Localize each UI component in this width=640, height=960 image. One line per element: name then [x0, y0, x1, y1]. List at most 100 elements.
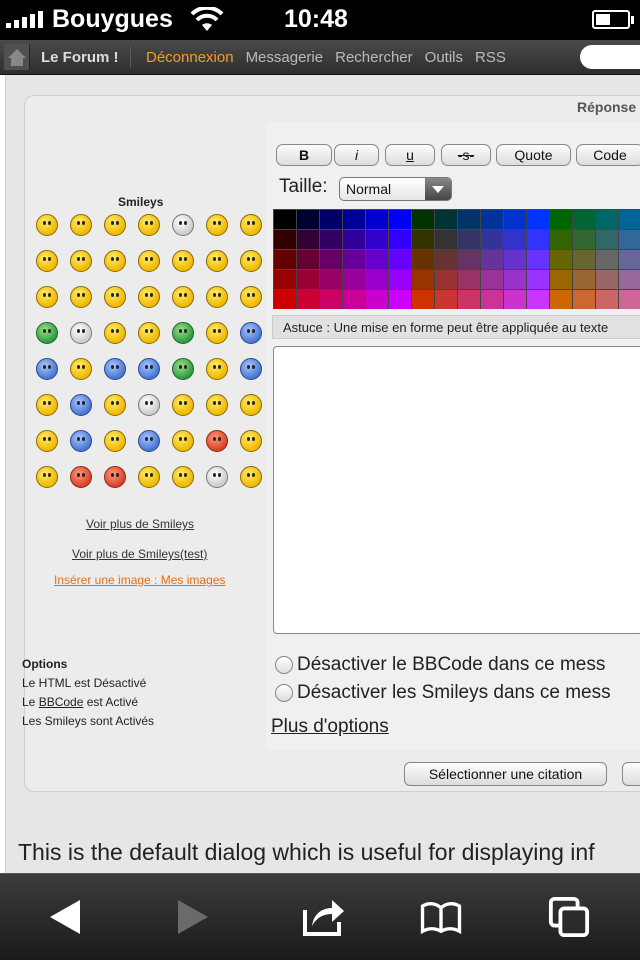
smiley-hmm-icon[interactable] [138, 394, 160, 416]
color-swatch[interactable] [343, 230, 365, 249]
smiley-blue-icon[interactable] [36, 358, 58, 380]
color-swatch[interactable] [274, 290, 296, 309]
color-swatch[interactable] [320, 230, 342, 249]
nav-rss-link[interactable]: RSS [475, 49, 506, 66]
disable-bbcode-checkbox[interactable] [275, 656, 293, 674]
color-swatch[interactable] [550, 290, 572, 309]
color-swatch[interactable] [412, 230, 434, 249]
smiley-grin-icon[interactable] [36, 214, 58, 236]
color-swatch[interactable] [389, 270, 411, 289]
color-swatch[interactable] [481, 210, 503, 229]
color-swatch[interactable] [435, 230, 457, 249]
color-swatch[interactable] [458, 210, 480, 229]
smiley-question-icon[interactable] [138, 286, 160, 308]
nav-tools-link[interactable]: Outils [425, 49, 463, 66]
smiley-idea-icon[interactable] [172, 286, 194, 308]
color-swatch[interactable] [504, 270, 526, 289]
smiley-smile-icon[interactable] [70, 214, 92, 236]
color-swatch[interactable] [274, 230, 296, 249]
color-swatch[interactable] [389, 250, 411, 269]
color-swatch[interactable] [366, 230, 388, 249]
color-swatch[interactable] [619, 290, 640, 309]
smiley-exclamation-icon[interactable] [104, 286, 126, 308]
color-swatch[interactable] [412, 270, 434, 289]
smiley-flower-icon[interactable] [36, 430, 58, 452]
smiley-pirate-icon[interactable] [138, 466, 160, 488]
smiley-surprised-icon[interactable] [138, 214, 160, 236]
smiley-thinking-icon[interactable] [172, 394, 194, 416]
color-swatch[interactable] [389, 210, 411, 229]
smiley-frown-icon[interactable] [172, 250, 194, 272]
color-swatch[interactable] [504, 250, 526, 269]
color-swatch[interactable] [527, 250, 549, 269]
smiley-sick-face-icon[interactable] [240, 466, 262, 488]
more-options-link[interactable]: Plus d'options [271, 716, 389, 738]
smiley-bandana-icon[interactable] [70, 394, 92, 416]
home-icon[interactable] [4, 44, 30, 70]
color-swatch[interactable] [274, 250, 296, 269]
color-swatch[interactable] [504, 210, 526, 229]
color-swatch[interactable] [412, 250, 434, 269]
smiley-eyes-icon[interactable] [172, 214, 194, 236]
select-quote-button[interactable]: Sélectionner une citation [404, 762, 607, 786]
more-smileys-link[interactable]: Voir plus de Smileys [86, 517, 194, 531]
color-swatch[interactable] [596, 290, 618, 309]
smiley-red-angry-icon[interactable] [206, 430, 228, 452]
underline-button[interactable]: u [385, 144, 435, 166]
color-swatch[interactable] [458, 270, 480, 289]
color-swatch[interactable] [297, 210, 319, 229]
color-swatch[interactable] [619, 210, 640, 229]
color-swatch[interactable] [527, 290, 549, 309]
smiley-laughing-icon[interactable] [172, 466, 194, 488]
color-swatch[interactable] [596, 250, 618, 269]
color-swatch[interactable] [274, 270, 296, 289]
color-swatch[interactable] [573, 270, 595, 289]
color-swatch[interactable] [481, 270, 503, 289]
smiley-eyeroll-icon[interactable] [240, 322, 262, 344]
color-swatch[interactable] [481, 250, 503, 269]
color-swatch[interactable] [320, 250, 342, 269]
smiley-confused-icon[interactable] [206, 214, 228, 236]
color-swatch[interactable] [366, 270, 388, 289]
smiley-cry-icon[interactable] [70, 466, 92, 488]
smiley-devil-grin-icon[interactable] [240, 250, 262, 272]
forum-title[interactable]: Le Forum ! [41, 49, 119, 66]
color-swatch[interactable] [481, 230, 503, 249]
color-swatch[interactable] [343, 270, 365, 289]
color-swatch[interactable] [297, 270, 319, 289]
color-swatch[interactable] [366, 250, 388, 269]
color-swatch[interactable] [619, 230, 640, 249]
nav-messages-link[interactable]: Messagerie [246, 49, 324, 66]
color-swatch[interactable] [573, 230, 595, 249]
color-swatch[interactable] [297, 230, 319, 249]
color-swatch[interactable] [297, 250, 319, 269]
color-swatch[interactable] [366, 210, 388, 229]
color-swatch[interactable] [412, 210, 434, 229]
bookmarks-icon[interactable] [420, 896, 462, 938]
smiley-cool-icon[interactable] [240, 214, 262, 236]
color-swatch[interactable] [619, 250, 640, 269]
color-swatch[interactable] [596, 230, 618, 249]
smiley-wink-icon[interactable] [70, 286, 92, 308]
smiley-mad-icon[interactable] [70, 250, 92, 272]
smiley-sunglasses-icon[interactable] [104, 322, 126, 344]
tabs-icon[interactable] [548, 896, 590, 938]
smiley-pacman-icon[interactable] [240, 430, 262, 452]
color-swatch[interactable] [550, 250, 572, 269]
quote-button[interactable]: Quote [496, 144, 571, 166]
smiley-sad-icon[interactable] [138, 250, 160, 272]
smiley-alien-icon[interactable] [138, 358, 160, 380]
smiley-yellow-grin-icon[interactable] [36, 394, 58, 416]
color-swatch[interactable] [458, 230, 480, 249]
color-swatch[interactable] [343, 210, 365, 229]
color-swatch[interactable] [550, 230, 572, 249]
smiley-happy-icon[interactable] [138, 322, 160, 344]
smiley-laugh-icon[interactable] [36, 250, 58, 272]
smiley-teeth-icon[interactable] [36, 322, 58, 344]
smiley-blue-face-icon[interactable] [104, 358, 126, 380]
smiley-arrow-icon[interactable] [206, 286, 228, 308]
disable-bbcode-option[interactable]: Désactiver le BBCode dans ce mess [275, 654, 605, 676]
smiley-blue-angry-icon[interactable] [138, 430, 160, 452]
color-swatch[interactable] [343, 250, 365, 269]
more-smileys-test-link[interactable]: Voir plus de Smileys(test) [72, 547, 207, 561]
